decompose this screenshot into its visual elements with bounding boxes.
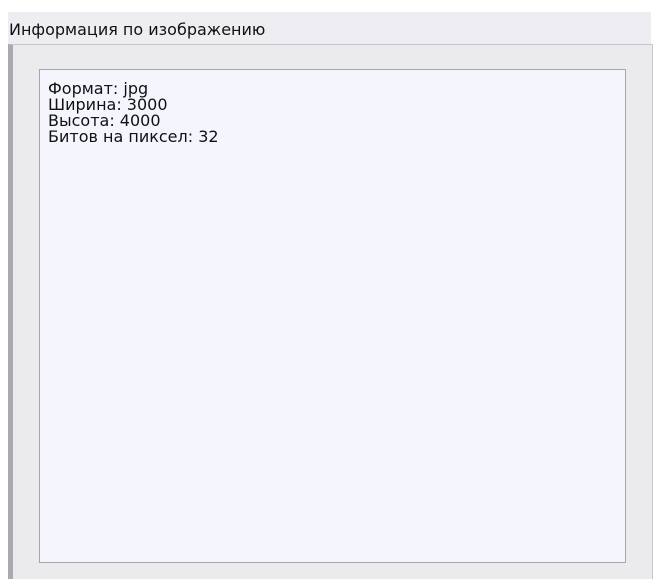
bits-per-pixel-line: Битов на пиксел: 32 (48, 127, 219, 146)
panel-title: Информация по изображению (9, 20, 266, 39)
image-info-text-area[interactable]: Формат: jpg Ширина: 3000 Высота: 4000 Би… (39, 69, 626, 563)
image-info-lines: Формат: jpg Ширина: 3000 Высота: 4000 Би… (48, 81, 219, 145)
panel-header: Информация по изображению (8, 12, 651, 44)
image-info-panel: Информация по изображению Формат: jpg Ши… (0, 0, 655, 579)
